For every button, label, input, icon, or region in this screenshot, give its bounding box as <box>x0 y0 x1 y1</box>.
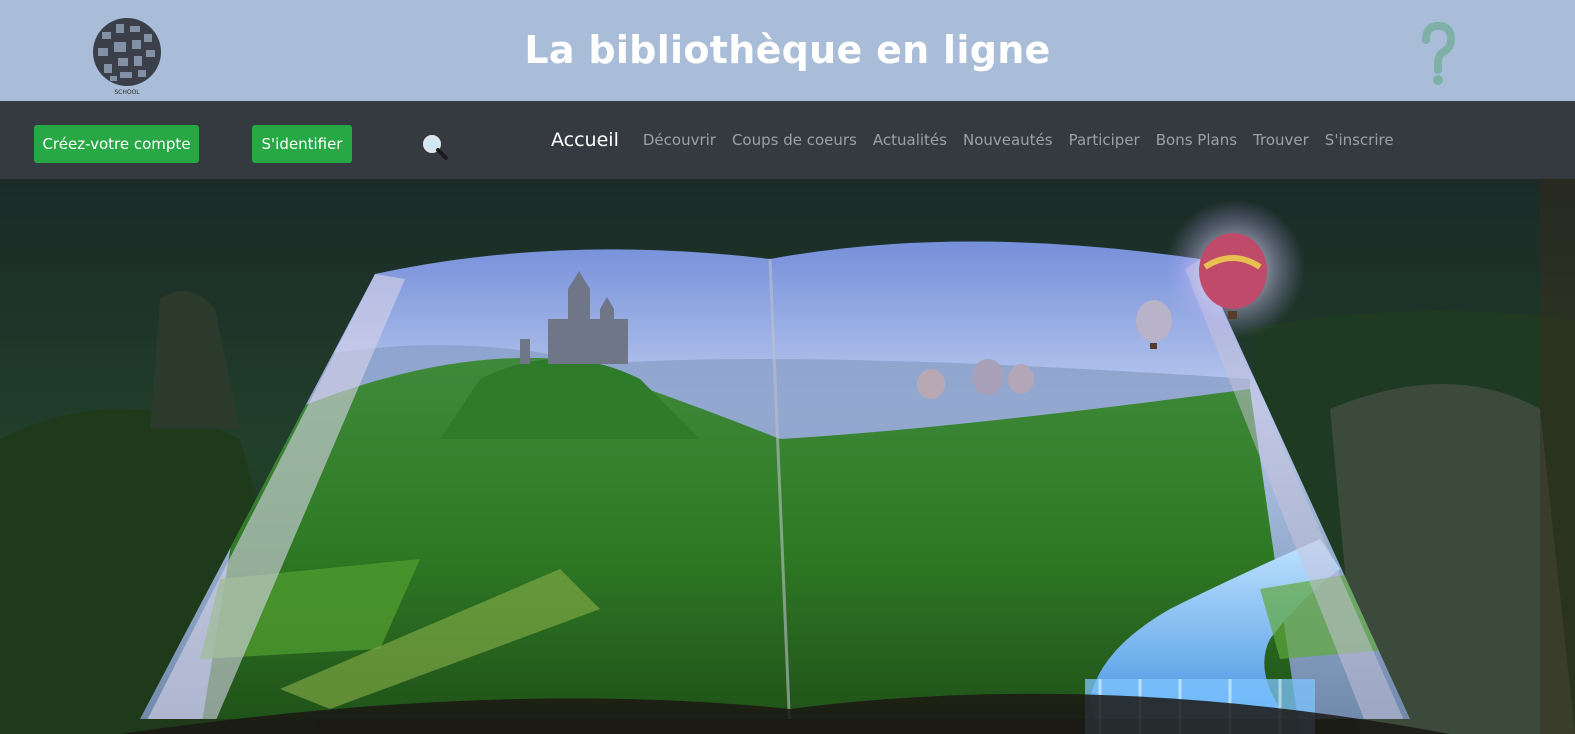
nav-item-actualites[interactable]: Actualités <box>865 131 955 149</box>
hero-banner <box>0 179 1575 734</box>
nav-menu: Accueil Découvrir Coups de coeurs Actual… <box>551 101 1402 179</box>
nav-item-trouver[interactable]: Trouver <box>1245 131 1317 149</box>
nav-item-coups-de-coeurs[interactable]: Coups de coeurs <box>724 131 865 149</box>
site-header: SCHOOL La bibliothèque en ligne <box>0 0 1575 101</box>
nav-item-nouveautes[interactable]: Nouveautés <box>955 131 1061 149</box>
create-account-button[interactable]: Créez-votre compte <box>34 125 199 163</box>
nav-item-participer[interactable]: Participer <box>1061 131 1148 149</box>
svg-text:SCHOOL: SCHOOL <box>114 89 140 96</box>
nav-item-bons-plans[interactable]: Bons Plans <box>1148 131 1245 149</box>
main-navbar: Créez-votre compte S'identifier Accueil … <box>0 101 1575 179</box>
hero-book-landscape-image <box>0 179 1575 734</box>
site-title: La bibliothèque en ligne <box>524 28 1051 72</box>
nav-item-accueil[interactable]: Accueil <box>551 129 635 151</box>
login-button[interactable]: S'identifier <box>252 125 352 163</box>
nav-item-sinscrire[interactable]: S'inscrire <box>1317 131 1402 149</box>
magnifier-icon[interactable] <box>421 133 449 161</box>
nav-item-decouvrir[interactable]: Découvrir <box>635 131 724 149</box>
question-mark-icon[interactable] <box>1418 22 1458 88</box>
